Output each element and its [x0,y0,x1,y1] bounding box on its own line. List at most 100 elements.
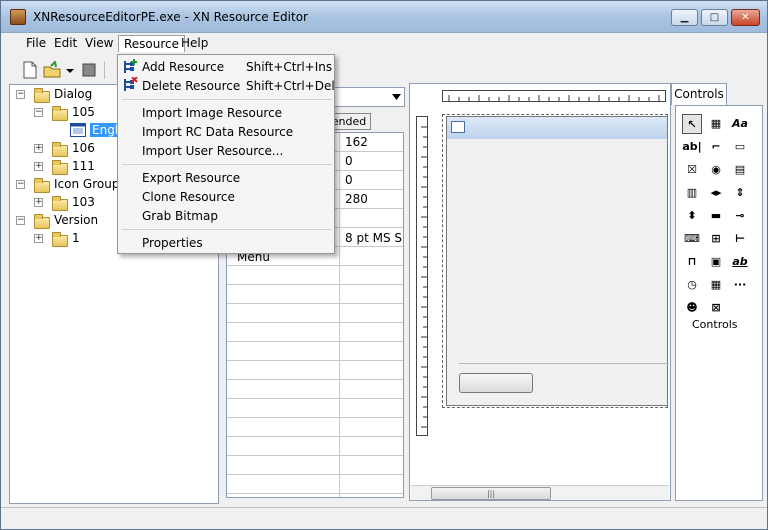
listbox-icon[interactable]: ▥ [682,183,702,203]
tree-item-dialog[interactable]: Dialog [54,87,92,101]
table-row[interactable] [227,456,403,475]
object-combobox[interactable] [331,87,405,107]
picture-icon[interactable]: ▦ [706,114,726,134]
listview-icon[interactable]: ⊞ [706,229,726,249]
updown-icon[interactable]: ⬍ [682,206,702,226]
menu-edit[interactable]: Edit [49,35,82,52]
menu-item-add-resource[interactable]: Add Resource [142,58,224,76]
hscroll-icon[interactable]: ◂▸ [706,183,726,203]
collapse-icon[interactable]: − [16,180,25,189]
slider-icon[interactable]: ⊸ [730,206,750,226]
ipaddress-icon[interactable]: ··· [730,275,750,295]
menu-item-grab-bitmap[interactable]: Grab Bitmap [142,207,218,225]
tab-icon[interactable]: ⊓ [682,252,702,272]
folder-open-icon [34,214,50,229]
menu-item-export[interactable]: Export Resource [142,169,240,187]
hotkey-icon[interactable]: ⌨ [682,229,702,249]
tree-item-icon-group[interactable]: Icon Group [54,177,119,191]
menu-item-import-image[interactable]: Import Image Resource [142,104,282,122]
collapse-icon[interactable]: − [16,90,25,99]
menu-item-import-rc[interactable]: Import RC Data Resource [142,123,293,141]
menu-item-properties[interactable]: Properties [142,234,203,252]
maximize-button[interactable]: □ [701,9,728,26]
custom-icon[interactable]: ☻ [682,298,702,318]
folder-open-icon [52,106,68,121]
menu-help[interactable]: Help [176,35,213,52]
tree-item-engl[interactable]: Engl [90,123,121,137]
richedit-icon[interactable]: ab [730,252,750,272]
tab-controls[interactable]: Controls [671,83,727,105]
groupbox-icon[interactable]: ⌐ [706,137,726,157]
horizontal-ruler [442,90,666,102]
table-row[interactable] [227,304,403,323]
pointer-icon[interactable]: ↖ [682,114,702,134]
table-row[interactable] [227,437,403,456]
dialog-preview[interactable] [446,116,669,406]
table-row[interactable] [227,323,403,342]
table-row[interactable] [227,380,403,399]
ruler-ticks [421,126,427,428]
expand-icon[interactable]: + [34,198,43,207]
expand-icon[interactable]: + [34,162,43,171]
label-icon[interactable]: Aa [730,114,750,134]
collapse-icon[interactable]: − [34,108,43,117]
monthcal-icon[interactable]: ▦ [706,275,726,295]
datetime-icon[interactable]: ◷ [682,275,702,295]
button-icon[interactable]: ▭ [730,137,750,157]
tree-item-105[interactable]: 105 [72,105,95,119]
menu-separator [122,99,332,100]
tree-item-111[interactable]: 111 [72,159,95,173]
menu-item-clone[interactable]: Clone Resource [142,188,235,206]
window-title: XNResourceEditorPE.exe - XN Resource Edi… [33,10,308,24]
expand-icon[interactable]: + [34,234,43,243]
controls-caption: Controls [692,318,738,331]
resource-menu: Add Resource Shift+Ctrl+Ins Delete Resou… [117,54,335,254]
menu-item-delete-resource[interactable]: Delete Resource [142,77,240,95]
table-row[interactable] [227,399,403,418]
table-row[interactable] [227,418,403,437]
table-row[interactable] [227,342,403,361]
toolbar [1,56,767,84]
window-icon [451,121,465,133]
ruler-ticks [448,95,660,101]
collapse-icon[interactable]: − [16,216,25,225]
dialog-preview-button[interactable] [459,373,533,393]
save-icon[interactable] [81,61,99,79]
menu-view[interactable]: View [80,35,118,52]
tree-item-106[interactable]: 106 [72,141,95,155]
table-row[interactable] [227,266,403,285]
scrollbar-thumb[interactable]: ||| [431,487,551,500]
tree-item-version[interactable]: Version [54,213,98,227]
table-row[interactable] [227,285,403,304]
progress-icon[interactable]: ▬ [706,206,726,226]
combobox-ex-icon[interactable]: ⊠ [706,298,726,318]
controls-panel: Controls ↖ ▦ Aa ab| ⌐ ▭ ☒ ◉ ▤ ▥ ◂▸ ⇕ ⬍ ▬… [671,83,767,503]
title-bar: XNResourceEditorPE.exe - XN Resource Edi… [1,1,767,33]
minimize-button[interactable]: ▁ [671,9,698,26]
chevron-down-icon [392,94,401,100]
close-button[interactable]: ✕ [731,9,760,26]
table-row[interactable] [227,475,403,494]
chevron-down-icon[interactable] [65,61,75,79]
combobox-icon[interactable]: ▤ [730,160,750,180]
vscroll-icon[interactable]: ⇕ [730,183,750,203]
horizontal-scrollbar[interactable]: ||| [411,485,669,500]
table-row[interactable] [227,361,403,380]
menu-resource[interactable]: Resource [118,35,186,52]
tree-item-103[interactable]: 103 [72,195,95,209]
open-folder-icon[interactable] [43,61,61,79]
folder-open-icon [34,88,50,103]
expand-icon[interactable]: + [34,144,43,153]
checkbox-icon[interactable]: ☒ [682,160,702,180]
menu-separator [122,164,332,165]
treeview-icon[interactable]: ⊢ [730,229,750,249]
menu-item-import-user[interactable]: Import User Resource... [142,142,283,160]
dialog-design-canvas[interactable] [409,83,671,501]
tree-item-1[interactable]: 1 [72,231,80,245]
radio-icon[interactable]: ◉ [706,160,726,180]
folder-icon [52,232,68,247]
new-file-icon[interactable] [21,61,39,79]
edit-icon[interactable]: ab| [682,137,702,157]
menu-file[interactable]: File [21,35,51,52]
animate-icon[interactable]: ▣ [706,252,726,272]
